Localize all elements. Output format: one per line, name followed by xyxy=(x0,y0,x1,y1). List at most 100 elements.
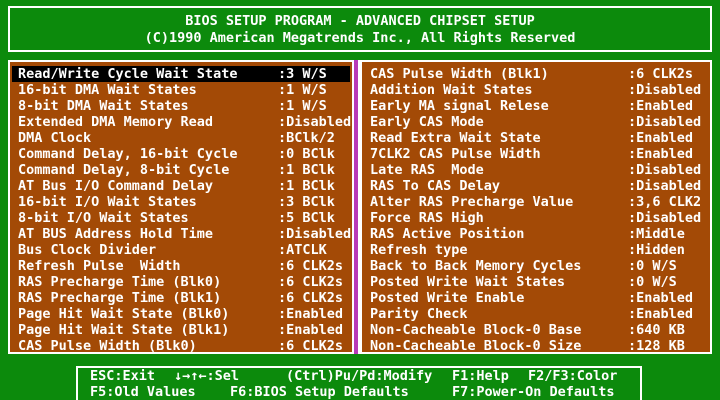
key-help[interactable]: F1:Help xyxy=(452,368,528,384)
right-setting-row[interactable]: Addition Wait States: Disabled xyxy=(362,82,710,98)
setting-value[interactable]: Enabled xyxy=(636,306,710,322)
setting-separator: : xyxy=(278,178,287,194)
key-select[interactable]: ↓→↑←:Sel xyxy=(174,368,286,384)
setting-value[interactable]: BClk/2 xyxy=(286,130,354,146)
setting-value[interactable]: Disabled xyxy=(636,178,710,194)
left-setting-row[interactable]: RAS Precharge Time (Blk0): 6 CLK2s xyxy=(10,274,354,290)
left-setting-row[interactable]: Refresh Pulse Width: 6 CLK2s xyxy=(10,258,354,274)
right-setting-row[interactable]: RAS Active Position: Middle xyxy=(362,226,710,242)
setting-value[interactable]: 6 CLK2s xyxy=(636,66,710,82)
setting-value[interactable]: 6 CLK2s xyxy=(286,290,354,306)
setting-value[interactable]: 3 W/S xyxy=(286,66,350,82)
right-setting-row[interactable]: 7CLK2 CAS Pulse Width: Enabled xyxy=(362,146,710,162)
setting-value[interactable]: 128 KB xyxy=(636,338,710,354)
setting-value[interactable]: Disabled xyxy=(286,114,354,130)
setting-value[interactable]: Enabled xyxy=(286,322,354,338)
key-old-values[interactable]: F5:Old Values xyxy=(90,384,230,400)
left-setting-row[interactable]: Bus Clock Divider: ATCLK xyxy=(10,242,354,258)
setting-value[interactable]: Enabled xyxy=(286,306,354,322)
setting-value[interactable]: Enabled xyxy=(636,98,710,114)
right-setting-row[interactable]: Non-Cacheable Block-0 Size: 128 KB xyxy=(362,338,710,354)
key-power-on-defaults[interactable]: F7:Power-On Defaults xyxy=(452,384,615,400)
setting-separator: : xyxy=(628,130,637,146)
setting-separator: : xyxy=(628,338,637,354)
left-setting-row[interactable]: 16-bit DMA Wait States: 1 W/S xyxy=(10,82,354,98)
left-setting-row[interactable]: AT Bus I/O Command Delay: 1 BClk xyxy=(10,178,354,194)
setting-value[interactable]: 1 BClk xyxy=(286,162,354,178)
right-setting-row[interactable]: Parity Check: Enabled xyxy=(362,306,710,322)
right-setting-row[interactable]: Early MA signal Relese: Enabled xyxy=(362,98,710,114)
setting-value[interactable]: 1 W/S xyxy=(286,98,354,114)
setting-label: Non-Cacheable Block-0 Size xyxy=(370,338,582,354)
setting-value[interactable]: 1 BClk xyxy=(286,178,354,194)
setting-value[interactable]: Disabled xyxy=(636,82,710,98)
right-setting-row[interactable]: Alter RAS Precharge Value: 3,6 CLK2 xyxy=(362,194,710,210)
right-setting-row[interactable]: Early CAS Mode: Disabled xyxy=(362,114,710,130)
setting-value[interactable]: Middle xyxy=(636,226,710,242)
key-exit[interactable]: ESC:Exit xyxy=(90,368,174,384)
setting-value[interactable]: ATCLK xyxy=(286,242,354,258)
setting-value[interactable]: Enabled xyxy=(636,130,710,146)
setting-separator: : xyxy=(628,162,637,178)
left-setting-row[interactable]: Page Hit Wait State (Blk1): Enabled xyxy=(10,322,354,338)
left-setting-row[interactable]: Command Delay, 16-bit Cycle: 0 BClk xyxy=(10,146,354,162)
setting-value[interactable]: Enabled xyxy=(636,146,710,162)
setting-label: RAS Precharge Time (Blk0) xyxy=(18,274,222,290)
right-setting-row[interactable]: Non-Cacheable Block-0 Base: 640 KB xyxy=(362,322,710,338)
left-setting-row[interactable]: 16-bit I/O Wait States: 3 BClk xyxy=(10,194,354,210)
setting-value[interactable]: Hidden xyxy=(636,242,710,258)
setting-value[interactable]: 640 KB xyxy=(636,322,710,338)
setting-value[interactable]: 1 W/S xyxy=(286,82,354,98)
setting-value[interactable]: 5 BClk xyxy=(286,210,354,226)
setting-separator: : xyxy=(628,194,637,210)
left-setting-row[interactable]: 8-bit DMA Wait States: 1 W/S xyxy=(10,98,354,114)
setting-label: DMA Clock xyxy=(18,130,92,146)
setting-value[interactable]: Disabled xyxy=(636,162,710,178)
right-setting-row[interactable]: Back to Back Memory Cycles: 0 W/S xyxy=(362,258,710,274)
left-setting-row[interactable]: CAS Pulse Width (Blk0): 6 CLK2s xyxy=(10,338,354,354)
key-color[interactable]: F2/F3:Color xyxy=(528,368,617,384)
right-setting-row[interactable]: Read Extra Wait State: Enabled xyxy=(362,130,710,146)
setting-separator: : xyxy=(628,66,637,82)
key-bios-defaults[interactable]: F6:BIOS Setup Defaults xyxy=(230,384,452,400)
left-setting-row[interactable]: Read/Write Cycle Wait State: 3 W/S xyxy=(12,66,350,82)
setting-separator: : xyxy=(628,274,637,290)
setting-value[interactable]: 6 CLK2s xyxy=(286,258,354,274)
right-setting-row[interactable]: Posted Write Enable: Enabled xyxy=(362,290,710,306)
setting-value[interactable]: 0 W/S xyxy=(636,258,710,274)
setting-separator: : xyxy=(628,258,637,274)
left-setting-row[interactable]: DMA Clock: BClk/2 xyxy=(10,130,354,146)
title-bar: BIOS SETUP PROGRAM - ADVANCED CHIPSET SE… xyxy=(8,6,712,52)
setting-value[interactable]: 3,6 CLK2 xyxy=(636,194,710,210)
setting-value[interactable]: Disabled xyxy=(286,226,354,242)
left-settings-list: Read/Write Cycle Wait State: 3 W/S 16-bit… xyxy=(10,66,354,354)
right-setting-row[interactable]: Late RAS Mode: Disabled xyxy=(362,162,710,178)
right-setting-row[interactable]: Force RAS High: Disabled xyxy=(362,210,710,226)
setting-value[interactable]: 0 BClk xyxy=(286,146,354,162)
setting-value[interactable]: 6 CLK2s xyxy=(286,338,354,354)
left-setting-row[interactable]: 8-bit I/O Wait States: 5 BClk xyxy=(10,210,354,226)
left-setting-row[interactable]: RAS Precharge Time (Blk1): 6 CLK2s xyxy=(10,290,354,306)
setting-label: Posted Write Enable xyxy=(370,290,525,306)
left-setting-row[interactable]: Extended DMA Memory Read: Disabled xyxy=(10,114,354,130)
left-setting-row[interactable]: Command Delay, 8-bit Cycle: 1 BClk xyxy=(10,162,354,178)
right-setting-row[interactable]: CAS Pulse Width (Blk1): 6 CLK2s xyxy=(362,66,710,82)
setting-label: Parity Check xyxy=(370,306,468,322)
setting-value[interactable]: Enabled xyxy=(636,290,710,306)
right-setting-row[interactable]: RAS To CAS Delay: Disabled xyxy=(362,178,710,194)
setting-value[interactable]: 0 W/S xyxy=(636,274,710,290)
left-setting-row[interactable]: AT BUS Address Hold Time: Disabled xyxy=(10,226,354,242)
setting-label: Alter RAS Precharge Value xyxy=(370,194,574,210)
key-modify[interactable]: (Ctrl)Pu/Pd:Modify xyxy=(286,368,452,384)
setting-label: Addition Wait States xyxy=(370,82,533,98)
setting-label: AT Bus I/O Command Delay xyxy=(18,178,214,194)
setting-value[interactable]: 6 CLK2s xyxy=(286,274,354,290)
setting-value[interactable]: 3 BClk xyxy=(286,194,354,210)
setting-value[interactable]: Disabled xyxy=(636,210,710,226)
right-setting-row[interactable]: Posted Write Wait States: 0 W/S xyxy=(362,274,710,290)
right-setting-row[interactable]: Refresh type: Hidden xyxy=(362,242,710,258)
setting-label: Early MA signal Relese xyxy=(370,98,549,114)
key-help-line-1: ESC:Exit ↓→↑←:Sel (Ctrl)Pu/Pd:Modify F1:… xyxy=(78,368,640,384)
setting-value[interactable]: Disabled xyxy=(636,114,710,130)
left-setting-row[interactable]: Page Hit Wait State (Blk0): Enabled xyxy=(10,306,354,322)
